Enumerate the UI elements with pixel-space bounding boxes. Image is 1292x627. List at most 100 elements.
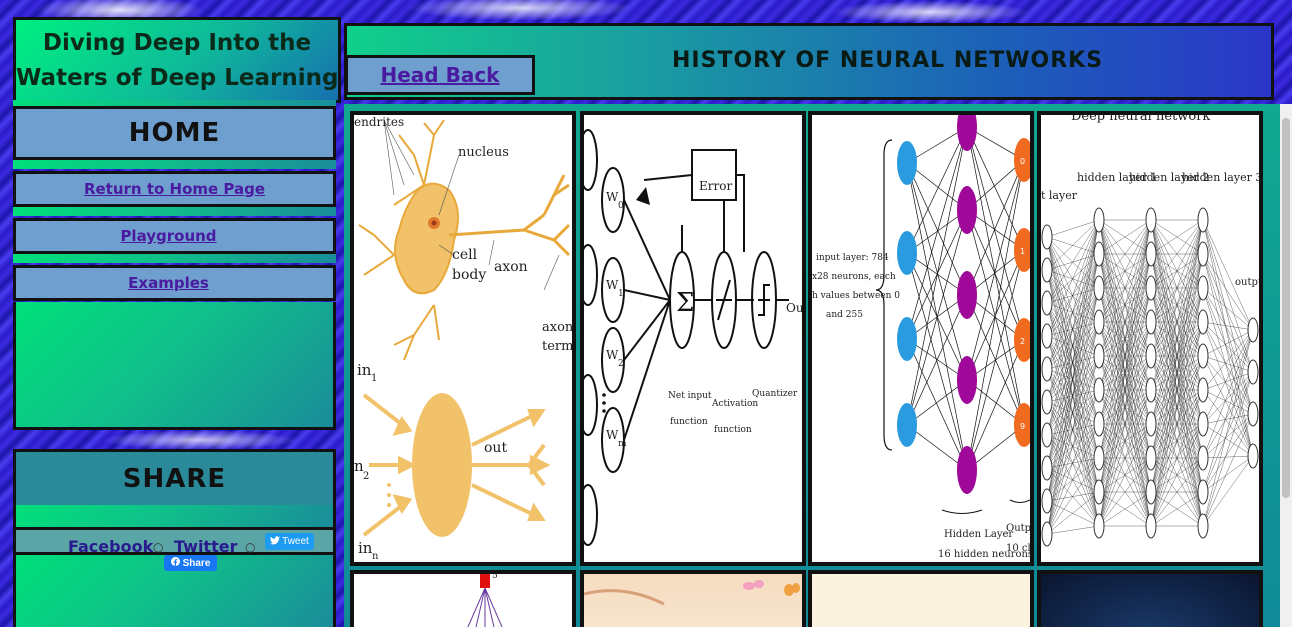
gallery-image-row2-2[interactable]: [580, 570, 806, 627]
row2-diagram-1: [467, 574, 503, 627]
facebook-logo-icon: [170, 557, 180, 569]
separator: ○: [153, 540, 164, 554]
twitter-link[interactable]: Twitter: [174, 537, 237, 556]
network-node: [1093, 479, 1105, 505]
gallery-image-biological-neuron[interactable]: endrites nucleus cell body axon axon ter…: [350, 111, 576, 566]
network-node: [1093, 411, 1105, 437]
network-node: [1041, 455, 1053, 481]
tile1-label-axon-terminal-1: axon: [542, 320, 574, 335]
gallery-image-mnist-network[interactable]: 0129 input layer: 784 x28 neurons, each …: [808, 111, 1034, 566]
network-node: [1145, 445, 1157, 471]
tile3-input-text-3: h values between 0: [812, 291, 901, 301]
tile1-label-cell: cell: [452, 247, 478, 263]
facebook-share-label: Share: [182, 557, 211, 569]
tile1-input-n: in: [358, 539, 373, 557]
output-node-label: 1: [1020, 247, 1025, 256]
scrollbar-thumb[interactable]: [1282, 118, 1290, 498]
share-divider: [13, 505, 336, 527]
sidebar-divider: [13, 254, 336, 263]
network-node: [1093, 343, 1105, 369]
tile3-input-text-4: and 255: [826, 310, 863, 320]
nav-link-examples[interactable]: Examples: [128, 274, 209, 292]
network-node: [1145, 241, 1157, 267]
tile4-input-layer: t layer: [1041, 189, 1077, 202]
tile4-title: Deep neural network: [1071, 111, 1211, 124]
tile1-label-nucleus: nucleus: [458, 145, 509, 160]
network-node: [1197, 513, 1209, 539]
network-node: [1041, 488, 1053, 514]
network-node: [1197, 275, 1209, 301]
perceptron-diagram: Σ: [584, 129, 789, 546]
home-heading-box: HOME: [13, 106, 336, 160]
tile2-caption-function-2: function: [714, 425, 752, 435]
gallery-image-deep-network[interactable]: Deep neural network hidden layer 1 hidde…: [1037, 111, 1263, 566]
network-node: [1197, 207, 1209, 233]
nav-item-playground[interactable]: Playground: [13, 218, 336, 254]
gallery-image-perceptron[interactable]: Σ Error W 0 W 1 W 2 W m Out Net input fu…: [580, 111, 806, 566]
hidden-node: [957, 186, 977, 234]
network-node: [1197, 445, 1209, 471]
sidebar-fill-panel: [13, 302, 336, 430]
input-node: [897, 141, 917, 185]
tile2-weight-2: W: [606, 348, 619, 362]
network-node: [1041, 224, 1053, 250]
nav-item-examples[interactable]: Examples: [13, 265, 336, 301]
network-node: [1145, 309, 1157, 335]
tile1-label-dendrites: endrites: [354, 115, 405, 129]
tile5-marker: 5: [492, 571, 498, 581]
tile2-caption-net-input: Net input: [668, 391, 712, 401]
tile3-output-text-2: 10 class: [1006, 543, 1031, 554]
network-node: [1197, 343, 1209, 369]
output-node-label: 0: [1020, 157, 1025, 166]
tile1-input-1: in: [357, 361, 372, 379]
tile1-label-axon: axon: [494, 259, 528, 275]
network-node: [1041, 521, 1053, 547]
tile1-input-1-sub: 1: [371, 373, 378, 384]
head-back-button[interactable]: Head Back: [345, 55, 535, 95]
hidden-node: [957, 356, 977, 404]
tile2-weight-0-sub: 0: [618, 201, 624, 211]
network-node: [1093, 207, 1105, 233]
gallery-image-row2-1[interactable]: 5: [350, 570, 576, 627]
tile2-out-label: Out: [786, 301, 804, 315]
site-title-line-1: Diving Deep Into the: [42, 30, 312, 56]
butterfly-illustration: [584, 580, 800, 606]
site-title-box: Diving Deep Into the Waters of Deep Lear…: [13, 17, 341, 103]
tile3-hidden-text-1: Hidden Layer: [944, 529, 1014, 540]
tile3-input-text-1: input layer: 784: [816, 253, 889, 263]
network-node: [1197, 241, 1209, 267]
network-node: [1197, 309, 1209, 335]
facebook-share-button[interactable]: Share: [164, 555, 217, 571]
network-node: [1145, 411, 1157, 437]
nav-item-return-home[interactable]: Return to Home Page: [13, 171, 336, 207]
network-node: [1093, 377, 1105, 403]
tile1-input-2-sub: 2: [363, 471, 370, 482]
head-back-link[interactable]: Head Back: [381, 63, 500, 87]
network-node: [1145, 377, 1157, 403]
tile2-caption-function-1: function: [670, 417, 708, 427]
nav-link-return-home[interactable]: Return to Home Page: [84, 180, 265, 198]
nav-link-playground[interactable]: Playground: [120, 227, 216, 245]
separator: ○: [245, 540, 256, 554]
tweet-button[interactable]: Tweet: [265, 533, 314, 550]
facebook-link[interactable]: Facebook: [68, 537, 153, 556]
network-node: [1145, 207, 1157, 233]
network-node: [1247, 317, 1259, 343]
network-node: [1145, 513, 1157, 539]
share-heading: SHARE: [122, 463, 227, 494]
network-node: [1041, 323, 1053, 349]
tile1-label-axon-terminal-2: termi: [542, 339, 576, 354]
network-node: [1041, 290, 1053, 316]
network-node: [1093, 241, 1105, 267]
vertical-scrollbar[interactable]: [1280, 104, 1292, 627]
network-node: [1197, 411, 1209, 437]
network-node: [1041, 257, 1053, 283]
tile2-weight-1-sub: 1: [618, 289, 624, 299]
gallery-image-row2-3[interactable]: [808, 570, 1034, 627]
network-node: [1197, 377, 1209, 403]
tile4-output-label: output: [1235, 277, 1259, 288]
tile2-weight-1: W: [606, 278, 619, 292]
tile1-label-out: out: [484, 440, 508, 456]
gallery-image-row2-4[interactable]: [1037, 570, 1263, 627]
hidden-node: [957, 271, 977, 319]
